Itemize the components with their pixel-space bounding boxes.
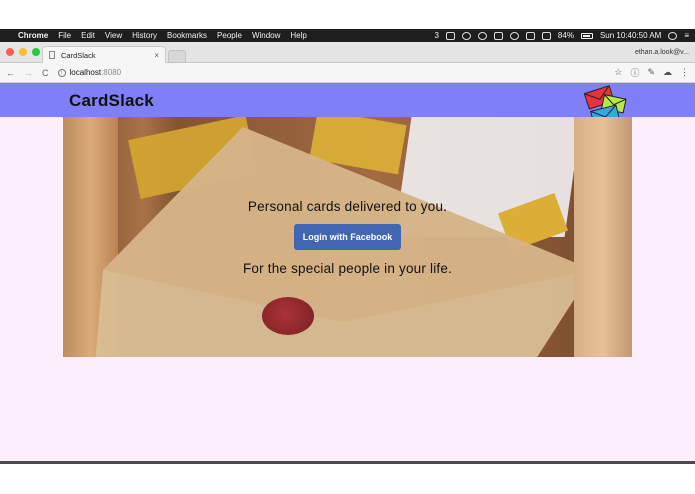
time-machine-icon[interactable]	[477, 31, 487, 40]
site-info-icon[interactable]: i	[57, 68, 66, 77]
battery-percent: 84%	[557, 31, 574, 40]
spotlight-icon[interactable]	[668, 31, 678, 40]
login-with-facebook-button[interactable]: Login with Facebook	[294, 224, 401, 250]
back-button[interactable]: ←	[6, 68, 15, 78]
page-icon	[49, 51, 55, 59]
battery-icon[interactable]	[580, 32, 593, 39]
browser-tab-bar: CardSlack × ethan.a.look@v...	[0, 42, 695, 63]
url-port: :8080	[101, 68, 122, 77]
cloud-extension-icon[interactable]: ☁	[663, 67, 672, 78]
glasses-icon[interactable]	[445, 31, 455, 40]
notification-center-icon[interactable]: ≡	[684, 31, 689, 40]
minimize-window-icon[interactable]	[19, 48, 27, 56]
status-area: 3 84% Sun 10:40:50 AM ≡	[434, 31, 689, 40]
site-header: CardSlack	[0, 83, 695, 127]
tab-close-icon[interactable]: ×	[154, 51, 159, 60]
input-menu-icon[interactable]	[541, 31, 551, 40]
web-page: CardSlack Personal cards delivered to yo…	[0, 83, 695, 461]
url-host: localhost	[69, 68, 102, 77]
toolbar-extensions: ☆ ⓘ ✎ ☁ ⋮	[614, 66, 689, 79]
profile-name[interactable]: ethan.a.look@v...	[635, 49, 689, 56]
menu-view[interactable]: View	[105, 31, 122, 40]
menu-history[interactable]: History	[132, 31, 157, 40]
clock[interactable]: Sun 10:40:50 AM	[600, 31, 661, 40]
browser-tab-cardslack[interactable]: CardSlack ×	[42, 46, 166, 63]
menu-file[interactable]: File	[58, 31, 71, 40]
bluetooth-icon[interactable]	[493, 31, 503, 40]
info-status-icon[interactable]	[461, 31, 471, 40]
reload-button[interactable]: C	[42, 68, 49, 78]
menu-bookmarks[interactable]: Bookmarks	[167, 31, 207, 40]
browser-toolbar: ← → C i localhost :8080 ☆ ⓘ ✎ ☁ ⋮	[0, 63, 695, 83]
menu-help[interactable]: Help	[290, 31, 306, 40]
new-tab-button[interactable]	[168, 50, 186, 63]
window-controls	[6, 48, 40, 56]
status-count[interactable]: 3	[434, 31, 438, 40]
hero-tagline-top: Personal cards delivered to you.	[247, 199, 448, 214]
menu-window[interactable]: Window	[252, 31, 280, 40]
site-brand[interactable]: CardSlack	[69, 91, 154, 111]
hero-banner: Personal cards delivered to you. Login w…	[63, 117, 632, 357]
tab-title: CardSlack	[61, 50, 96, 60]
close-window-icon[interactable]	[6, 48, 14, 56]
zoom-window-icon[interactable]	[32, 48, 40, 56]
address-bar[interactable]: i localhost :8080	[57, 66, 615, 80]
volume-icon[interactable]	[525, 31, 535, 40]
chrome-menu-icon[interactable]: ⋮	[680, 67, 689, 78]
hero-tagline-bottom: For the special people in your life.	[242, 261, 453, 276]
menu-people[interactable]: People	[217, 31, 242, 40]
extension-info-icon[interactable]: ⓘ	[630, 66, 639, 79]
forward-button[interactable]: →	[24, 68, 33, 78]
window-bottom-edge	[0, 461, 695, 464]
bookmark-star-icon[interactable]: ☆	[614, 67, 622, 78]
macos-menu-bar: Chrome File Edit View History Bookmarks …	[0, 29, 695, 42]
menu-edit[interactable]: Edit	[81, 31, 95, 40]
wifi-icon[interactable]	[509, 31, 519, 40]
menu-app-name[interactable]: Chrome	[18, 31, 48, 40]
eyedropper-extension-icon[interactable]: ✎	[647, 67, 655, 78]
